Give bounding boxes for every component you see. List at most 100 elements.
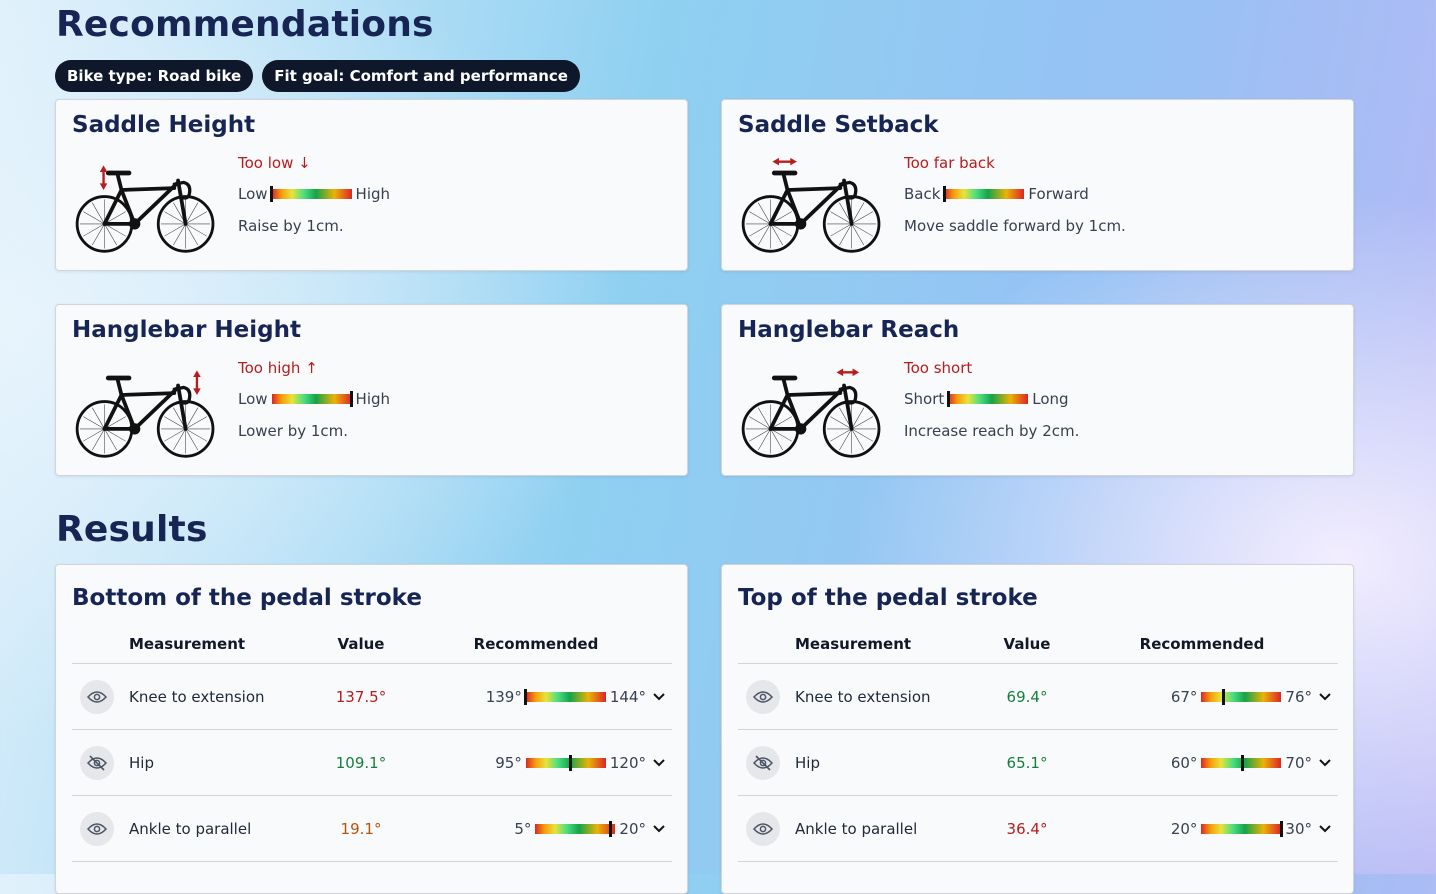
measurement-name: Ankle to parallel [129, 795, 296, 862]
scale-low-label: Low [238, 185, 268, 203]
card-title: Hanglebar Reach [738, 317, 960, 343]
range-min: 139° [485, 687, 522, 706]
recommendation-message: Increase reach by 2cm. [904, 422, 1080, 440]
show-overlay-button[interactable] [80, 811, 114, 846]
status-text: Too short [904, 359, 973, 377]
range-marker [1279, 820, 1283, 837]
bottom-stroke-card: Bottom of the pedal stroke Measurement V… [55, 564, 688, 894]
recommended-column-header: Recommended [426, 635, 646, 664]
recommendation-message: Lower by 1cm. [238, 422, 349, 440]
range-gradient-bar [535, 820, 616, 837]
status-text: Too high ↑ [238, 359, 318, 377]
results-heading: Results [56, 509, 208, 550]
range-gradient-bar [1201, 688, 1282, 705]
scale-high-label: High [355, 185, 391, 203]
range-min: 95° [495, 753, 522, 772]
measurement-column-header: Measurement [795, 635, 962, 664]
eye-icon [753, 822, 773, 836]
recommendations-heading: Recommendations [56, 4, 434, 45]
saddle-height-card: Saddle Height Too low ↓ Low High Raise b… [55, 99, 688, 271]
scale-gradient-bar [271, 391, 354, 407]
eye-icon [87, 822, 107, 836]
scale-low-label: Back [904, 185, 941, 203]
fit-goal-tag: Fit goal: Comfort and performance [262, 60, 580, 92]
card-title: Hanglebar Height [72, 317, 301, 343]
chevron-down-icon[interactable] [1312, 824, 1338, 833]
bike-type-tag: Bike type: Road bike [55, 60, 254, 92]
value-column-header: Value [296, 635, 426, 664]
recommended-range: 20° 30° [1092, 820, 1312, 838]
range-min: 60° [1170, 753, 1198, 772]
eye-icon [753, 690, 773, 704]
measurement-value: 69.4° [962, 663, 1092, 730]
scale-gradient-bar [946, 391, 1029, 407]
value-column-header: Value [962, 635, 1092, 664]
results-table: Measurement Value Recommended Knee to ex… [72, 635, 672, 862]
scale-marker [942, 186, 946, 202]
range-marker [524, 688, 528, 705]
range-min: 5° [514, 819, 532, 838]
bike-illustration [70, 156, 222, 260]
measurement-name: Hip [129, 729, 296, 796]
chevron-down-icon[interactable] [1312, 692, 1338, 701]
table-row[interactable]: Knee to extension 137.5° 139° 144° [72, 663, 672, 730]
table-row[interactable]: Hip 65.1° 60° 70° [738, 729, 1338, 796]
card-title: Top of the pedal stroke [738, 585, 1038, 611]
eye-off-icon [753, 754, 773, 772]
table-row[interactable]: Knee to extension 69.4° 67° 76° [738, 663, 1338, 730]
table-header-row: Measurement Value Recommended [72, 635, 672, 664]
show-overlay-button[interactable] [746, 811, 780, 846]
range-min: 20° [1170, 819, 1198, 838]
saddle-setback-card: Saddle Setback Too far back Back Forward… [721, 99, 1354, 271]
recommended-range: 67° 76° [1092, 688, 1312, 706]
recommended-range: 5° 20° [426, 820, 646, 838]
range-min: 67° [1170, 687, 1198, 706]
recommended-column-header: Recommended [1092, 635, 1312, 664]
range-max: 144° [609, 687, 646, 706]
chevron-down-icon[interactable] [646, 824, 672, 833]
chevron-down-icon[interactable] [646, 758, 672, 767]
measurement-value: 65.1° [962, 729, 1092, 796]
table-row[interactable]: Ankle to parallel 36.4° 20° 30° [738, 795, 1338, 862]
fit-tags: Bike type: Road bike Fit goal: Comfort a… [55, 60, 584, 92]
status-text: Too far back [904, 154, 995, 172]
table-row[interactable]: Hip 109.1° 95° 120° [72, 729, 672, 796]
scale-gradient-bar [942, 186, 1025, 202]
scale-high-label: Long [1032, 390, 1069, 408]
measurement-name: Knee to extension [795, 663, 962, 730]
scale-marker [350, 391, 354, 407]
scale-low-label: Short [904, 390, 945, 408]
show-overlay-button[interactable] [80, 679, 114, 714]
chevron-down-icon[interactable] [646, 692, 672, 701]
table-header-row: Measurement Value Recommended [738, 635, 1338, 664]
handlebar-height-card: Hanglebar Height Too high ↑ Low High Low… [55, 304, 688, 476]
scale-high-label: High [355, 390, 391, 408]
measurement-value: 137.5° [296, 663, 426, 730]
chevron-down-icon[interactable] [1312, 758, 1338, 767]
range-marker [1240, 754, 1244, 771]
bike-illustration [736, 156, 888, 260]
scale-marker [270, 186, 274, 202]
eye-off-icon [87, 754, 107, 772]
eye-icon [87, 690, 107, 704]
hide-overlay-button[interactable] [746, 745, 780, 780]
results-table: Measurement Value Recommended Knee to ex… [738, 635, 1338, 862]
hide-overlay-button[interactable] [80, 745, 114, 780]
range-max: 70° [1285, 753, 1312, 772]
measurement-name: Knee to extension [129, 663, 296, 730]
show-overlay-button[interactable] [746, 679, 780, 714]
handlebar-reach-card: Hanglebar Reach Too short Short Long Inc… [721, 304, 1354, 476]
measurement-value: 109.1° [296, 729, 426, 796]
scale-high-label: Forward [1028, 185, 1089, 203]
range-marker [609, 820, 613, 837]
measurement-value: 36.4° [962, 795, 1092, 862]
card-title: Bottom of the pedal stroke [72, 585, 422, 611]
table-row[interactable]: Ankle to parallel 19.1° 5° 20° [72, 795, 672, 862]
bike-illustration [736, 361, 888, 465]
recommendation-message: Move saddle forward by 1cm. [904, 217, 1126, 235]
scale-marker [946, 391, 950, 407]
scale-gradient-bar [270, 186, 352, 202]
measurement-value: 19.1° [296, 795, 426, 862]
range-marker [1221, 688, 1225, 705]
bike-icon [75, 165, 215, 253]
